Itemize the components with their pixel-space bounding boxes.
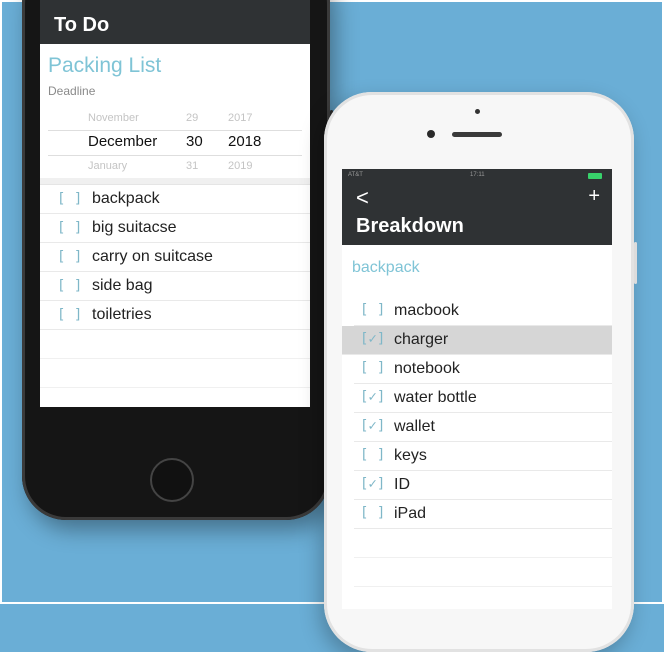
item-label: toiletries — [92, 306, 152, 323]
breakdown-screen: AT&T 17:11 < + Breakdown backpack [ ] ma… — [342, 169, 612, 609]
list-item[interactable]: [ ] iPad — [354, 500, 612, 529]
nav-title: To Do — [54, 14, 110, 36]
item-label: water bottle — [394, 389, 477, 406]
picker-year: 2017 — [228, 112, 253, 124]
list-item[interactable]: [ ] carry on suitcase — [40, 243, 310, 272]
todo-screen: To Do Packing List Deadline November 29 … — [40, 0, 310, 407]
checkbox-icon[interactable]: [ ] — [360, 360, 385, 376]
deadline-label: Deadline — [48, 84, 96, 98]
front-camera — [427, 130, 435, 138]
item-label: macbook — [394, 302, 459, 319]
item-label: iPad — [394, 505, 427, 522]
picker-day: 30 — [186, 133, 203, 150]
breakdown-list: [ ] macbook [✓] charger [ ] notebook [✓]… — [342, 297, 612, 609]
picker-day: 29 — [186, 112, 199, 124]
item-label: notebook — [394, 360, 460, 377]
list-item[interactable]: [ ] toiletries — [40, 301, 310, 330]
item-label: backpack — [92, 190, 160, 207]
list-item[interactable]: [ ] side bag — [40, 272, 310, 301]
checked-checkbox-icon[interactable]: [✓] — [360, 418, 385, 434]
item-label: charger — [394, 331, 449, 348]
status-time: 17:11 — [470, 172, 485, 178]
deadline-date-picker[interactable]: November 29 2017 December 30 2018 Januar… — [48, 104, 302, 176]
picker-row-selected[interactable]: December 30 2018 — [48, 133, 302, 153]
list-item[interactable]: [ ] big suitacse — [40, 214, 310, 243]
navigation-bar: AT&T 17:11 < + Breakdown — [342, 169, 612, 245]
picker-month: November — [88, 112, 139, 124]
checkbox-icon[interactable]: [ ] — [57, 307, 82, 323]
checked-checkbox-icon[interactable]: [✓] — [360, 331, 385, 347]
checkbox-icon[interactable]: [ ] — [57, 249, 82, 265]
right-phone: AT&T 17:11 < + Breakdown backpack [ ] ma… — [324, 92, 637, 652]
proximity-sensor — [475, 109, 480, 114]
item-label: keys — [394, 447, 427, 464]
status-bar: AT&T 17:11 — [342, 171, 612, 183]
back-chevron-icon[interactable]: < — [356, 185, 369, 211]
left-phone: To Do Packing List Deadline November 29 … — [22, 0, 333, 520]
list-header: Packing List Deadline November 29 2017 D… — [40, 44, 310, 176]
item-label: big suitacse — [92, 219, 177, 236]
item-label: carry on suitcase — [92, 248, 213, 265]
empty-row — [354, 587, 612, 609]
list-item[interactable]: [ ] backpack — [40, 185, 310, 214]
list-item[interactable]: [✓] ID — [354, 471, 612, 500]
list-item-selected[interactable]: [✓] charger — [342, 326, 612, 355]
packing-list: [ ] backpack [ ] big suitacse [ ] carry … — [40, 185, 310, 407]
side-button — [634, 242, 637, 284]
picker-month: December — [88, 133, 158, 150]
checkbox-icon[interactable]: [ ] — [360, 505, 385, 521]
empty-row — [40, 359, 310, 388]
home-button[interactable] — [150, 458, 194, 502]
list-item[interactable]: [✓] wallet — [354, 413, 612, 442]
list-item[interactable]: [✓] water bottle — [354, 384, 612, 413]
item-label: wallet — [394, 418, 435, 435]
picker-row-next[interactable]: January 31 2019 — [48, 160, 302, 180]
picker-day: 31 — [186, 160, 199, 172]
navigation-bar: To Do — [40, 0, 310, 44]
empty-row — [40, 388, 310, 407]
add-icon[interactable]: + — [588, 185, 600, 208]
checkbox-icon[interactable]: [ ] — [360, 447, 385, 463]
checked-checkbox-icon[interactable]: [✓] — [360, 476, 385, 492]
list-title[interactable]: Packing List — [48, 54, 302, 78]
item-label: side bag — [92, 277, 153, 294]
nav-title: Breakdown — [356, 215, 464, 237]
item-label: ID — [394, 476, 410, 493]
list-item[interactable]: [ ] macbook — [354, 297, 612, 326]
checkbox-icon[interactable]: [ ] — [57, 220, 82, 236]
checkbox-icon[interactable]: [ ] — [57, 191, 82, 207]
list-item[interactable]: [ ] notebook — [354, 355, 612, 384]
carrier-label: AT&T — [348, 172, 363, 178]
picker-row-prev[interactable]: November 29 2017 — [48, 112, 302, 132]
parent-item-title: backpack — [352, 259, 420, 276]
picker-month: January — [88, 160, 128, 172]
picker-year: 2018 — [228, 133, 262, 150]
empty-row — [354, 529, 612, 558]
picker-year: 2019 — [228, 160, 253, 172]
earpiece-speaker — [452, 132, 502, 137]
empty-row — [354, 558, 612, 587]
list-item[interactable]: [ ] keys — [354, 442, 612, 471]
checkbox-icon[interactable]: [ ] — [57, 278, 82, 294]
checkbox-icon[interactable]: [ ] — [360, 302, 385, 318]
checked-checkbox-icon[interactable]: [✓] — [360, 389, 385, 405]
empty-row — [40, 330, 310, 359]
battery-icon — [588, 173, 602, 179]
